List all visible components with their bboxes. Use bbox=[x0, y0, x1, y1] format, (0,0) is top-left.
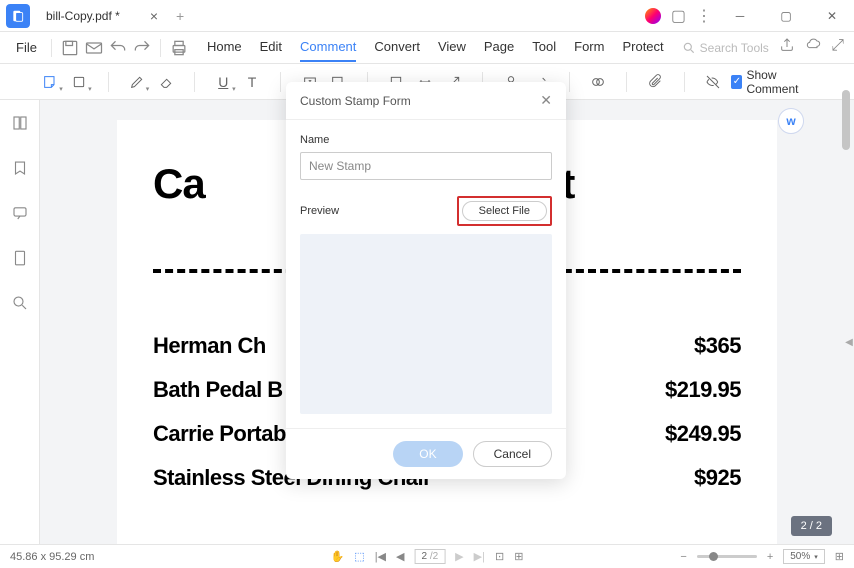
underline-tool-icon[interactable]: U▾ bbox=[213, 71, 234, 93]
select-file-button[interactable]: Select File bbox=[462, 201, 547, 221]
ok-button[interactable]: OK bbox=[393, 441, 462, 467]
menu-form[interactable]: Form bbox=[574, 33, 604, 62]
custom-stamp-dialog: Custom Stamp Form ✕ Name Preview Select … bbox=[286, 82, 566, 479]
stamp-name-input[interactable] bbox=[300, 152, 552, 180]
fit-page-icon[interactable]: ⊡ bbox=[495, 550, 504, 563]
undo-icon[interactable] bbox=[108, 38, 128, 58]
close-window-button[interactable]: ✕ bbox=[814, 2, 850, 30]
comments-panel-icon[interactable] bbox=[11, 204, 29, 227]
dialog-close-icon[interactable]: ✕ bbox=[540, 92, 552, 109]
kebab-menu-icon[interactable]: ⋮ bbox=[696, 6, 712, 26]
preview-area bbox=[300, 234, 552, 414]
zoom-slider[interactable] bbox=[697, 555, 757, 558]
prev-page-icon[interactable]: ◀ bbox=[396, 550, 404, 563]
hand-tool-icon[interactable]: ✋ bbox=[331, 550, 345, 563]
cursor-coords: 45.86 x 95.29 cm bbox=[10, 551, 94, 563]
menu-tool[interactable]: Tool bbox=[532, 33, 556, 62]
menu-home[interactable]: Home bbox=[207, 33, 242, 62]
pencil-tool-icon[interactable]: ▾ bbox=[126, 71, 147, 93]
text-tool-icon[interactable]: T bbox=[242, 71, 263, 93]
select-file-highlight: Select File bbox=[457, 196, 552, 226]
search-panel-icon[interactable] bbox=[11, 294, 29, 317]
page-number-input[interactable]: 2 /2 bbox=[414, 549, 445, 564]
search-tools[interactable]: Search Tools bbox=[682, 41, 769, 55]
select-tool-icon[interactable]: ⬚ bbox=[354, 550, 364, 563]
left-sidebar bbox=[0, 100, 40, 544]
titlebar: bill-Copy.pdf * × + ▢ ⋮ ─ ▢ ✕ bbox=[0, 0, 854, 32]
add-tab-icon[interactable]: + bbox=[176, 8, 184, 24]
fit-width-icon[interactable]: ⊞ bbox=[514, 550, 523, 563]
highlight-tool-icon[interactable]: ▾ bbox=[69, 71, 90, 93]
save-icon[interactable] bbox=[60, 38, 80, 58]
cancel-button[interactable]: Cancel bbox=[473, 441, 552, 467]
compare-tool-icon[interactable] bbox=[587, 71, 608, 93]
cloud-icon[interactable] bbox=[805, 37, 821, 58]
statusbar: 45.86 x 95.29 cm ✋ ⬚ |◀ ◀ 2 /2 ▶ ▶| ⊡ ⊞ … bbox=[0, 544, 854, 568]
close-tab-icon[interactable]: × bbox=[150, 8, 158, 24]
preview-label: Preview bbox=[300, 205, 339, 217]
page-indicator-badge: 2 / 2 bbox=[791, 516, 832, 536]
ai-badge-icon[interactable] bbox=[645, 8, 661, 24]
search-placeholder: Search Tools bbox=[700, 41, 769, 55]
hide-comment-icon[interactable] bbox=[703, 71, 724, 93]
menu-edit[interactable]: Edit bbox=[260, 33, 282, 62]
app-icon bbox=[6, 4, 30, 28]
expand-right-icon[interactable]: ◀ bbox=[844, 322, 854, 362]
next-page-icon[interactable]: ▶ bbox=[455, 550, 463, 563]
attachments-panel-icon[interactable] bbox=[11, 249, 29, 272]
menu-convert[interactable]: Convert bbox=[374, 33, 420, 62]
bookmarks-icon[interactable] bbox=[11, 159, 29, 182]
menu-comment[interactable]: Comment bbox=[300, 33, 356, 62]
word-export-icon[interactable]: w bbox=[778, 108, 804, 134]
mail-icon[interactable] bbox=[84, 38, 104, 58]
zoom-out-icon[interactable]: − bbox=[680, 551, 686, 563]
zoom-in-icon[interactable]: + bbox=[767, 551, 773, 563]
eraser-tool-icon[interactable] bbox=[155, 71, 176, 93]
print-icon[interactable] bbox=[169, 38, 189, 58]
vertical-scrollbar[interactable] bbox=[842, 90, 850, 150]
tab-title: bill-Copy.pdf * bbox=[46, 9, 120, 23]
share-icon[interactable] bbox=[779, 37, 795, 58]
zoom-select[interactable]: 50% ▾ bbox=[783, 549, 825, 564]
show-comment-checkbox[interactable]: ✓ bbox=[731, 75, 742, 89]
notification-icon[interactable]: ▢ bbox=[671, 6, 686, 26]
file-menu[interactable]: File bbox=[10, 36, 43, 59]
menu-view[interactable]: View bbox=[438, 33, 466, 62]
dialog-title: Custom Stamp Form bbox=[300, 94, 411, 108]
maximize-button[interactable]: ▢ bbox=[768, 2, 804, 30]
note-tool-icon[interactable]: ▾ bbox=[40, 71, 61, 93]
menubar: File Home Edit Comment Convert View Page… bbox=[0, 32, 854, 64]
thumbnails-icon[interactable] bbox=[11, 114, 29, 137]
name-label: Name bbox=[300, 134, 552, 146]
reading-mode-icon[interactable]: ⊞ bbox=[835, 550, 844, 563]
menu-page[interactable]: Page bbox=[484, 33, 514, 62]
attachment-tool-icon[interactable] bbox=[645, 71, 666, 93]
redo-icon[interactable] bbox=[132, 38, 152, 58]
expand-icon[interactable]: ⤢ bbox=[831, 37, 844, 58]
minimize-button[interactable]: ─ bbox=[722, 2, 758, 30]
document-tab[interactable]: bill-Copy.pdf * × bbox=[36, 0, 168, 31]
menu-protect[interactable]: Protect bbox=[622, 33, 663, 62]
first-page-icon[interactable]: |◀ bbox=[375, 550, 386, 563]
last-page-icon[interactable]: ▶| bbox=[474, 550, 485, 563]
show-comment-label: Show Comment bbox=[746, 68, 814, 96]
